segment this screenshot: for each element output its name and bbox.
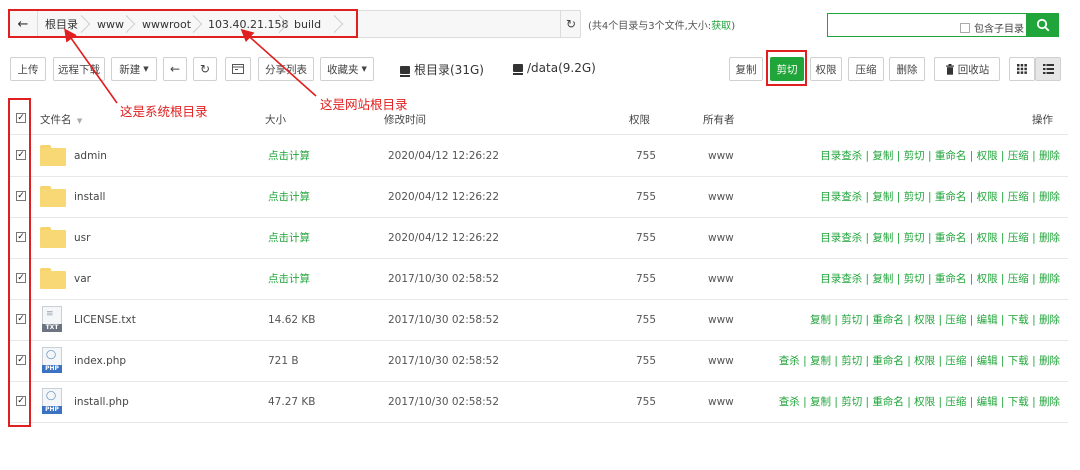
column-header-ops: 操作: [1032, 114, 1053, 126]
file-owner: www: [708, 272, 734, 285]
column-header-name-label: 文件名: [40, 114, 72, 126]
file-size[interactable]: 点击计算: [268, 176, 310, 217]
file-mtime: 2017/10/30 02:58:52: [388, 272, 500, 285]
column-header-mtime[interactable]: 修改时间: [384, 112, 426, 127]
file-owner: www: [708, 354, 734, 367]
row-actions[interactable]: 目录查杀 | 复制 | 剪切 | 重命名 | 权限 | 压缩 | 删除: [820, 258, 1060, 299]
file-permission: 755: [636, 149, 657, 162]
file-size[interactable]: 点击计算: [268, 217, 310, 258]
file-permission: 755: [636, 272, 657, 285]
txt-file-icon: ≡ TXT: [42, 306, 62, 332]
file-owner: www: [708, 190, 734, 203]
row-actions[interactable]: 查杀 | 复制 | 剪切 | 重命名 | 权限 | 压缩 | 编辑 | 下载 |…: [779, 381, 1060, 422]
file-owner: www: [708, 149, 734, 162]
column-header-name[interactable]: 文件名 ▼: [40, 112, 82, 127]
file-permission: 755: [636, 231, 657, 244]
table-row[interactable]: ✓ admin 点击计算 2020/04/12 12:26:22 755 www 目录查杀 …: [10, 135, 1068, 176]
annotation-site-root: 这是网站根目录: [320, 97, 408, 112]
column-header-perm[interactable]: 权限: [629, 112, 650, 127]
column-header-size[interactable]: 大小: [265, 112, 286, 127]
folder-icon: [40, 145, 66, 166]
file-owner: www: [708, 313, 734, 326]
folder-icon: [40, 186, 66, 207]
table-row[interactable]: ✓ var 点击计算 2017/10/30 02:58:52 755 www 目录查杀 | …: [10, 258, 1068, 299]
file-type-label: PHP: [42, 406, 62, 414]
table-row[interactable]: ✓ ◯ PHP index.php 721 B 2017/10/30 02:58:52 75…: [10, 340, 1068, 381]
annotation-box-checkboxes: [8, 98, 31, 427]
column-header-owner[interactable]: 所有者: [703, 112, 735, 127]
row-actions[interactable]: 目录查杀 | 复制 | 剪切 | 重命名 | 权限 | 压缩 | 删除: [820, 135, 1060, 176]
file-mtime: 2017/10/30 02:58:52: [388, 354, 500, 367]
file-mtime: 2020/04/12 12:26:22: [388, 190, 500, 203]
row-actions[interactable]: 目录查杀 | 复制 | 剪切 | 重命名 | 权限 | 压缩 | 删除: [820, 217, 1060, 258]
file-name[interactable]: var: [74, 258, 91, 299]
file-mtime: 2020/04/12 12:26:22: [388, 149, 500, 162]
annotation-system-root: 这是系统根目录: [120, 104, 208, 119]
file-size[interactable]: 点击计算: [268, 258, 310, 299]
file-permission: 755: [636, 395, 657, 408]
sort-down-icon: ▼: [76, 117, 83, 125]
file-type-label: TXT: [42, 324, 62, 332]
file-owner: www: [708, 395, 734, 408]
file-name[interactable]: index.php: [74, 340, 126, 381]
file-name[interactable]: admin: [74, 135, 107, 176]
file-size[interactable]: 点击计算: [268, 135, 310, 176]
folder-icon: [40, 268, 66, 289]
file-mtime: 2020/04/12 12:26:22: [388, 231, 500, 244]
arrow-system-root: [64, 28, 118, 104]
table-row[interactable]: ✓ ≡ TXT LICENSE.txt 14.62 KB 2017/10/30 02:58…: [10, 299, 1068, 340]
file-name[interactable]: usr: [74, 217, 90, 258]
arrow-site-root: [240, 28, 317, 97]
php-file-icon: ◯ PHP: [42, 347, 62, 373]
file-name[interactable]: install.php: [74, 381, 129, 422]
table-row[interactable]: ✓ usr 点击计算 2020/04/12 12:26:22 755 www 目录查杀 | …: [10, 217, 1068, 258]
file-permission: 755: [636, 313, 657, 326]
file-mtime: 2017/10/30 02:58:52: [388, 395, 500, 408]
folder-icon: [40, 227, 66, 248]
table-row[interactable]: ✓ install 点击计算 2020/04/12 12:26:22 755 www 目录查…: [10, 176, 1068, 217]
file-size: 721 B: [268, 354, 299, 367]
file-permission: 755: [636, 354, 657, 367]
file-size: 47.27 KB: [268, 395, 316, 408]
file-size: 14.62 KB: [268, 313, 316, 326]
row-actions[interactable]: 复制 | 剪切 | 重命名 | 权限 | 压缩 | 编辑 | 下载 | 删除: [810, 299, 1060, 340]
file-permission: 755: [636, 190, 657, 203]
row-actions[interactable]: 查杀 | 复制 | 剪切 | 重命名 | 权限 | 压缩 | 编辑 | 下载 |…: [779, 340, 1060, 381]
file-owner: www: [708, 231, 734, 244]
file-name[interactable]: LICENSE.txt: [74, 299, 136, 340]
row-actions[interactable]: 目录查杀 | 复制 | 剪切 | 重命名 | 权限 | 压缩 | 删除: [820, 176, 1060, 217]
table-row[interactable]: ✓ ◯ PHP install.php 47.27 KB 2017/10/30 02:58…: [10, 381, 1068, 422]
php-file-icon: ◯ PHP: [42, 388, 62, 414]
file-type-label: PHP: [42, 365, 62, 373]
file-name[interactable]: install: [74, 176, 105, 217]
row-divider: [10, 422, 1068, 423]
file-mtime: 2017/10/30 02:58:52: [388, 313, 500, 326]
